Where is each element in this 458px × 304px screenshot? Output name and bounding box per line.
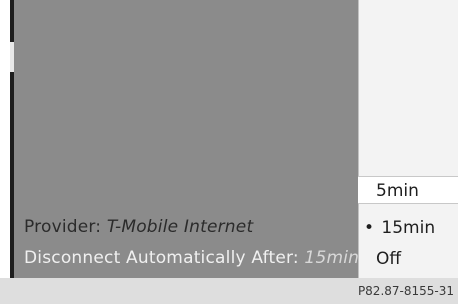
disconnect-row[interactable]: Disconnect Automatically After: 15min <box>24 248 358 268</box>
display-frame: Provider: T-Mobile Internet Disconnect A… <box>0 0 458 304</box>
left-margin <box>0 0 10 278</box>
provider-label: Provider: <box>24 217 102 237</box>
provider-row: Provider: T-Mobile Internet <box>24 217 253 237</box>
menu-item-off[interactable]: Off <box>358 245 458 273</box>
menu-item-label: 5min <box>376 181 419 201</box>
menu-item-15min[interactable]: • 15min <box>358 214 458 242</box>
menu-item-label: 15min <box>381 218 436 238</box>
disconnect-label: Disconnect Automatically After: <box>24 248 299 268</box>
provider-value: T-Mobile Internet <box>106 217 254 237</box>
menu-item-label: Off <box>376 249 402 269</box>
selected-bullet-icon: • <box>364 218 375 238</box>
reference-code: P82.87-8155-31 <box>357 284 454 298</box>
menu-item-5min[interactable]: 5min <box>358 176 458 204</box>
disconnect-value: 15min <box>304 248 358 268</box>
